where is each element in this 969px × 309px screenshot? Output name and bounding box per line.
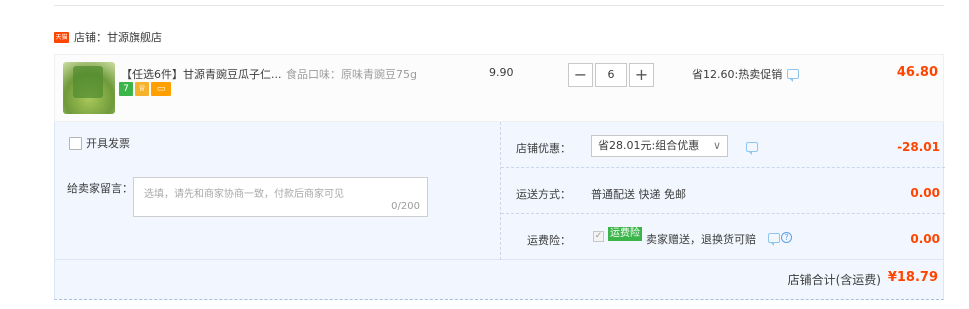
shop-header: 天猫 店铺：甘源旗舰店 xyxy=(54,29,162,45)
promotion-text: 省12.60:热卖促销 xyxy=(692,68,783,81)
character-count: 0/200 xyxy=(391,201,420,212)
shipping-insurance-row: 运费险： ✓ 运费险 卖家赠送，退换货可赔 ? 0.00 xyxy=(501,214,945,260)
order-summary-panel: 开具发票 给卖家留言： 选填，请先和商家协商一致，付款后商家可见 0/200 店… xyxy=(54,122,945,260)
shop-total-value: ¥18.79 xyxy=(887,270,938,285)
seller-message-label: 给卖家留言： xyxy=(67,182,133,195)
credit-card-icon[interactable]: ▭ xyxy=(151,82,171,96)
gold-service-icon[interactable]: ♕ xyxy=(135,82,149,96)
unit-price: 9.90 xyxy=(489,66,514,79)
delivery-method: 普通配送 快递 免邮 xyxy=(591,188,686,201)
item-subtotal: 46.80 xyxy=(896,65,938,80)
increase-quantity-button[interactable]: + xyxy=(629,63,654,87)
invoice-option[interactable]: 开具发票 xyxy=(69,135,130,151)
delivery-amount: 0.00 xyxy=(910,186,940,200)
chevron-down-icon: ∨ xyxy=(712,139,721,152)
promotion-info: 省12.60:热卖促销 xyxy=(692,66,800,82)
decrease-quantity-button[interactable]: − xyxy=(568,63,593,87)
service-badges: 7 ♕ ▭ xyxy=(119,82,171,96)
chat-icon[interactable] xyxy=(746,142,758,155)
seller-message-placeholder: 选填，请先和商家协商一致，付款后商家可见 xyxy=(144,189,344,200)
shop-coupon-select[interactable]: 省28.01元:组合优惠 ∨ xyxy=(591,135,728,157)
insurance-label: 运费险： xyxy=(527,234,571,247)
product-spec: 食品口味：原味青豌豆75g xyxy=(286,68,417,81)
chat-icon[interactable] xyxy=(768,232,780,246)
insurance-amount: 0.00 xyxy=(910,232,940,246)
tmall-icon: 天猫 xyxy=(54,31,69,43)
delivery-row: 运送方式： 普通配送 快递 免邮 0.00 xyxy=(501,168,945,214)
seller-message-input[interactable]: 选填，请先和商家协商一致，付款后商家可见 0/200 xyxy=(133,177,428,217)
insurance-icons: ? xyxy=(763,232,792,246)
delivery-label: 运送方式： xyxy=(516,188,571,201)
shop-coupon-amount: -28.01 xyxy=(897,140,940,154)
seven-day-return-icon[interactable]: 7 xyxy=(119,82,133,96)
insurance-checkbox[interactable]: ✓ xyxy=(593,231,604,242)
cart-item-row: 【任选6件】甘源青豌豆瓜子仁... 食品口味：原味青豌豆75g 7 ♕ ▭ 9.… xyxy=(54,54,944,122)
chat-icon[interactable] xyxy=(787,69,800,82)
shop-coupon-label: 店铺优惠： xyxy=(516,142,571,155)
shop-name-link[interactable]: 店铺：甘源旗舰店 xyxy=(74,29,162,45)
help-icon[interactable]: ? xyxy=(781,232,792,243)
order-extras: 开具发票 给卖家留言： 选填，请先和商家协商一致，付款后商家可见 0/200 xyxy=(55,122,501,260)
invoice-label: 开具发票 xyxy=(86,137,130,150)
quantity-input[interactable]: 6 xyxy=(595,63,627,87)
shop-coupon-value: 省28.01元:组合优惠 xyxy=(598,139,700,152)
insurance-text: 卖家赠送，退换货可赔 xyxy=(646,233,756,246)
product-title-link[interactable]: 【任选6件】甘源青豌豆瓜子仁... xyxy=(121,66,282,82)
shop-total-bar: 店铺合计(含运费) ¥18.79 xyxy=(54,260,944,300)
insurance-badge: 运费险 xyxy=(608,227,642,241)
product-thumbnail[interactable] xyxy=(63,62,115,114)
quantity-stepper: − 6 + xyxy=(568,63,654,87)
shop-coupon-row: 店铺优惠： 省28.01元:组合优惠 ∨ -28.01 xyxy=(501,122,945,168)
previous-header-strip xyxy=(54,0,944,6)
shop-total-label: 店铺合计(含运费) xyxy=(787,273,881,287)
invoice-checkbox[interactable] xyxy=(69,136,82,150)
